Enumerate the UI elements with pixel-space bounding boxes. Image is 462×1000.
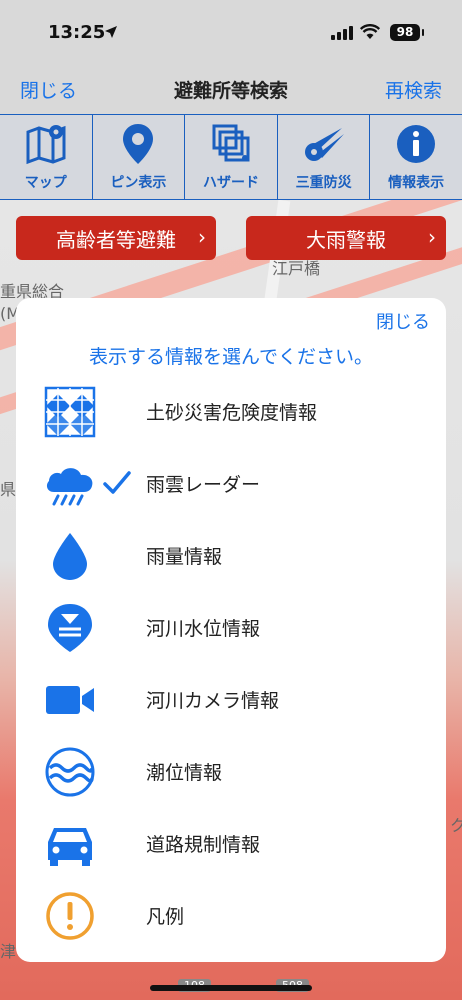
river-level-pin-icon bbox=[48, 604, 92, 652]
alert-heavy-rain-button[interactable]: 大雨警報 › bbox=[246, 216, 446, 260]
rain-cloud-icon bbox=[46, 468, 93, 506]
option-label-landslide: 土砂災害危険度情報 bbox=[146, 402, 318, 424]
map-label-tsu: 津 bbox=[0, 942, 17, 961]
map-icon bbox=[26, 125, 66, 165]
info-icon bbox=[397, 125, 436, 163]
option-river-camera[interactable]: 河川カメラ情報 bbox=[16, 666, 446, 732]
tool-label-map: マップ bbox=[24, 175, 67, 191]
clock: 13:25 bbox=[48, 22, 106, 43]
option-landslide[interactable]: 土砂災害危険度情報 bbox=[16, 378, 446, 444]
tool-pin[interactable]: ピン表示 bbox=[92, 115, 186, 200]
dialog-close-button[interactable]: 閉じる bbox=[376, 308, 430, 334]
cellular-signal-icon bbox=[331, 26, 353, 40]
map-label-k: ク bbox=[450, 816, 462, 835]
tool-mie-bousai[interactable]: 三重防災 bbox=[277, 115, 371, 200]
option-legend[interactable]: 凡例 bbox=[16, 882, 446, 948]
video-camera-icon bbox=[46, 686, 94, 714]
option-label-tide: 潮位情報 bbox=[146, 762, 223, 784]
location-arrow-icon bbox=[104, 25, 118, 43]
toolbar: マップ ピン表示 ハザード 三重防災 情報表示 bbox=[0, 114, 462, 200]
tool-label-mie-bousai: 三重防災 bbox=[295, 175, 352, 191]
checkmark-icon bbox=[103, 471, 131, 494]
option-rain-radar[interactable]: 雨雲レーダー bbox=[16, 450, 446, 516]
dialog-title: 表示する情報を選んでください。 bbox=[88, 346, 374, 368]
battery-icon: 98 bbox=[390, 24, 424, 41]
nav-bar: 閉じる 避難所等検索 再検索 bbox=[0, 66, 462, 114]
status-bar: 13:25 98 bbox=[0, 0, 462, 66]
tool-info[interactable]: 情報表示 bbox=[370, 115, 462, 200]
option-label-legend: 凡例 bbox=[146, 906, 185, 928]
landslide-grid-icon bbox=[44, 386, 96, 438]
option-river-level[interactable]: 河川水位情報 bbox=[16, 594, 446, 660]
alert-elderly-label: 高齢者等避難 bbox=[56, 227, 176, 252]
mie-bousai-icon bbox=[304, 128, 344, 161]
legend-exclamation-icon bbox=[46, 892, 94, 940]
option-rainfall[interactable]: 雨量情報 bbox=[16, 522, 446, 588]
tool-label-pin: ピン表示 bbox=[110, 175, 167, 191]
wifi-icon bbox=[359, 24, 381, 40]
tool-map[interactable]: マップ bbox=[0, 115, 93, 200]
chevron-right-icon: › bbox=[428, 225, 436, 249]
water-drop-icon bbox=[53, 533, 87, 580]
option-label-rainfall: 雨量情報 bbox=[146, 546, 223, 568]
option-label-river-camera: 河川カメラ情報 bbox=[146, 690, 280, 712]
alert-elderly-evacuation-button[interactable]: 高齢者等避難 › bbox=[16, 216, 216, 260]
tide-wave-icon bbox=[45, 747, 95, 797]
option-label-road-regulation: 道路規制情報 bbox=[146, 834, 261, 856]
tool-label-info: 情報表示 bbox=[388, 175, 445, 191]
home-indicator bbox=[150, 985, 312, 991]
alert-heavy-rain-label: 大雨警報 bbox=[306, 227, 386, 252]
chevron-right-icon: › bbox=[198, 225, 206, 249]
hazard-layers-icon bbox=[212, 124, 250, 162]
option-road-regulation[interactable]: 道路規制情報 bbox=[16, 810, 446, 876]
re-search-button[interactable]: 再検索 bbox=[385, 76, 442, 103]
car-icon bbox=[48, 828, 92, 866]
option-tide[interactable]: 潮位情報 bbox=[16, 738, 446, 804]
option-label-river-level: 河川水位情報 bbox=[146, 618, 261, 640]
option-label-rain-radar: 雨雲レーダー bbox=[146, 474, 261, 496]
tool-label-hazard: ハザード bbox=[202, 175, 259, 191]
info-selection-dialog: 閉じる 表示する情報を選んでください。 土砂災害危険度情報 雨雲レーダー 雨量情… bbox=[16, 298, 446, 962]
tool-hazard[interactable]: ハザード bbox=[185, 115, 278, 200]
pin-icon bbox=[123, 124, 154, 164]
